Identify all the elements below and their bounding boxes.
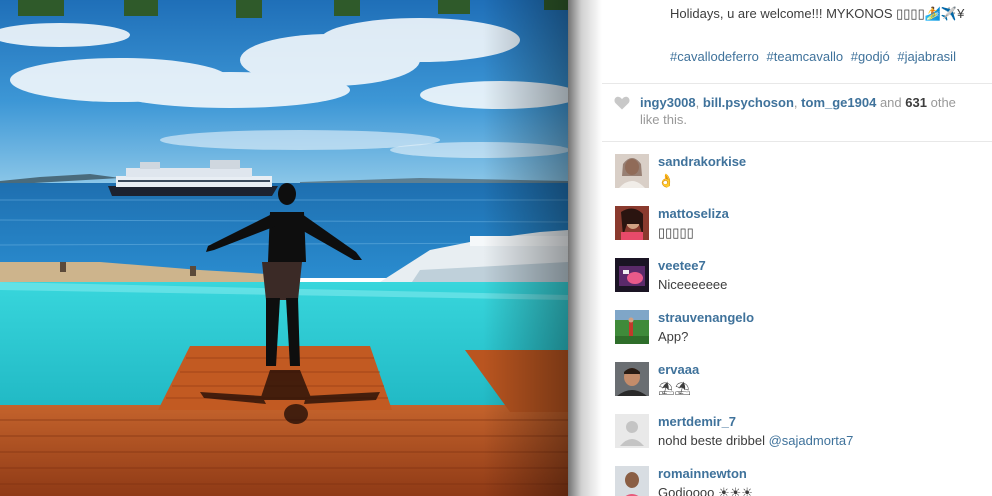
comment-text: Niceeeeeee [658,277,728,292]
avatar[interactable] [615,362,649,396]
comment-item: sandrakorkise 👌 [602,152,992,204]
avatar[interactable] [615,466,649,496]
avatar[interactable] [615,206,649,240]
likes-and: and [879,95,902,110]
mention-link[interactable]: @sajadmorta7 [769,433,854,448]
likes-tail: like this. [640,112,687,127]
comment-username[interactable]: sandrakorkise [658,154,746,169]
comment-username[interactable]: ervaaa [658,362,699,377]
likes-summary: ingy3008, bill.psychoson, tom_ge1904 and… [640,94,956,128]
likes-separator: , [695,95,700,110]
comment-text: ⛱⛱ [658,381,692,396]
comment-username[interactable]: romainnewton [658,466,747,481]
comment-item: romainnewton Godjoooo ☀☀☀ [602,464,992,496]
comment-username[interactable]: mattoseliza [658,206,729,221]
comment-text: Godjoooo ☀☀☀ [658,485,753,496]
section-divider [602,83,992,84]
comment-username[interactable]: veetee7 [658,258,706,273]
comment-text: ▯▯▯▯▯ [658,225,694,240]
comment-body: nohd beste dribbel [658,433,765,448]
comment-item: strauvenangelo App? [602,308,992,360]
avatar[interactable] [615,414,649,448]
comment-text: nohd beste dribbel @sajadmorta7 [658,433,853,448]
photo-scene [0,0,568,496]
comment-username[interactable]: strauvenangelo [658,310,754,325]
liker-link[interactable]: ingy3008 [640,95,696,110]
post-details-panel: Holidays, u are welcome!!! MYKONOS ▯▯▯▯🏄… [602,0,992,496]
avatar[interactable] [615,258,649,292]
avatar[interactable] [615,310,649,344]
comment-item: mertdemir_7 nohd beste dribbel @sajadmor… [602,412,992,464]
comment-item: veetee7 Niceeeeeee [602,256,992,308]
likes-others: othe [930,95,956,110]
heart-icon[interactable] [614,96,630,110]
liker-link[interactable]: tom_ge1904 [801,95,876,110]
hashtag-link[interactable]: #teamcavallo [767,49,844,64]
post-caption: Holidays, u are welcome!!! MYKONOS ▯▯▯▯🏄… [670,6,965,21]
likes-separator: , [793,95,798,110]
comment-text: 👌 [658,173,675,188]
hashtag-link[interactable]: #godjó [851,49,890,64]
comment-username[interactable]: mertdemir_7 [658,414,736,429]
post-photo[interactable] [0,0,568,496]
section-divider [602,141,992,142]
post-hashtags: #cavallodeferro #teamcavallo #godjó #jaj… [670,49,960,64]
liker-link[interactable]: bill.psychoson [703,95,794,110]
photo-edge-shadow [568,0,602,496]
comment-item: mattoseliza ▯▯▯▯▯ [602,204,992,256]
comment-text: App? [658,329,689,344]
hashtag-link[interactable]: #jajabrasil [897,49,956,64]
avatar[interactable] [615,154,649,188]
comment-item: ervaaa ⛱⛱ [602,360,992,412]
hashtag-link[interactable]: #cavallodeferro [670,49,759,64]
likes-count[interactable]: 631 [905,95,927,110]
